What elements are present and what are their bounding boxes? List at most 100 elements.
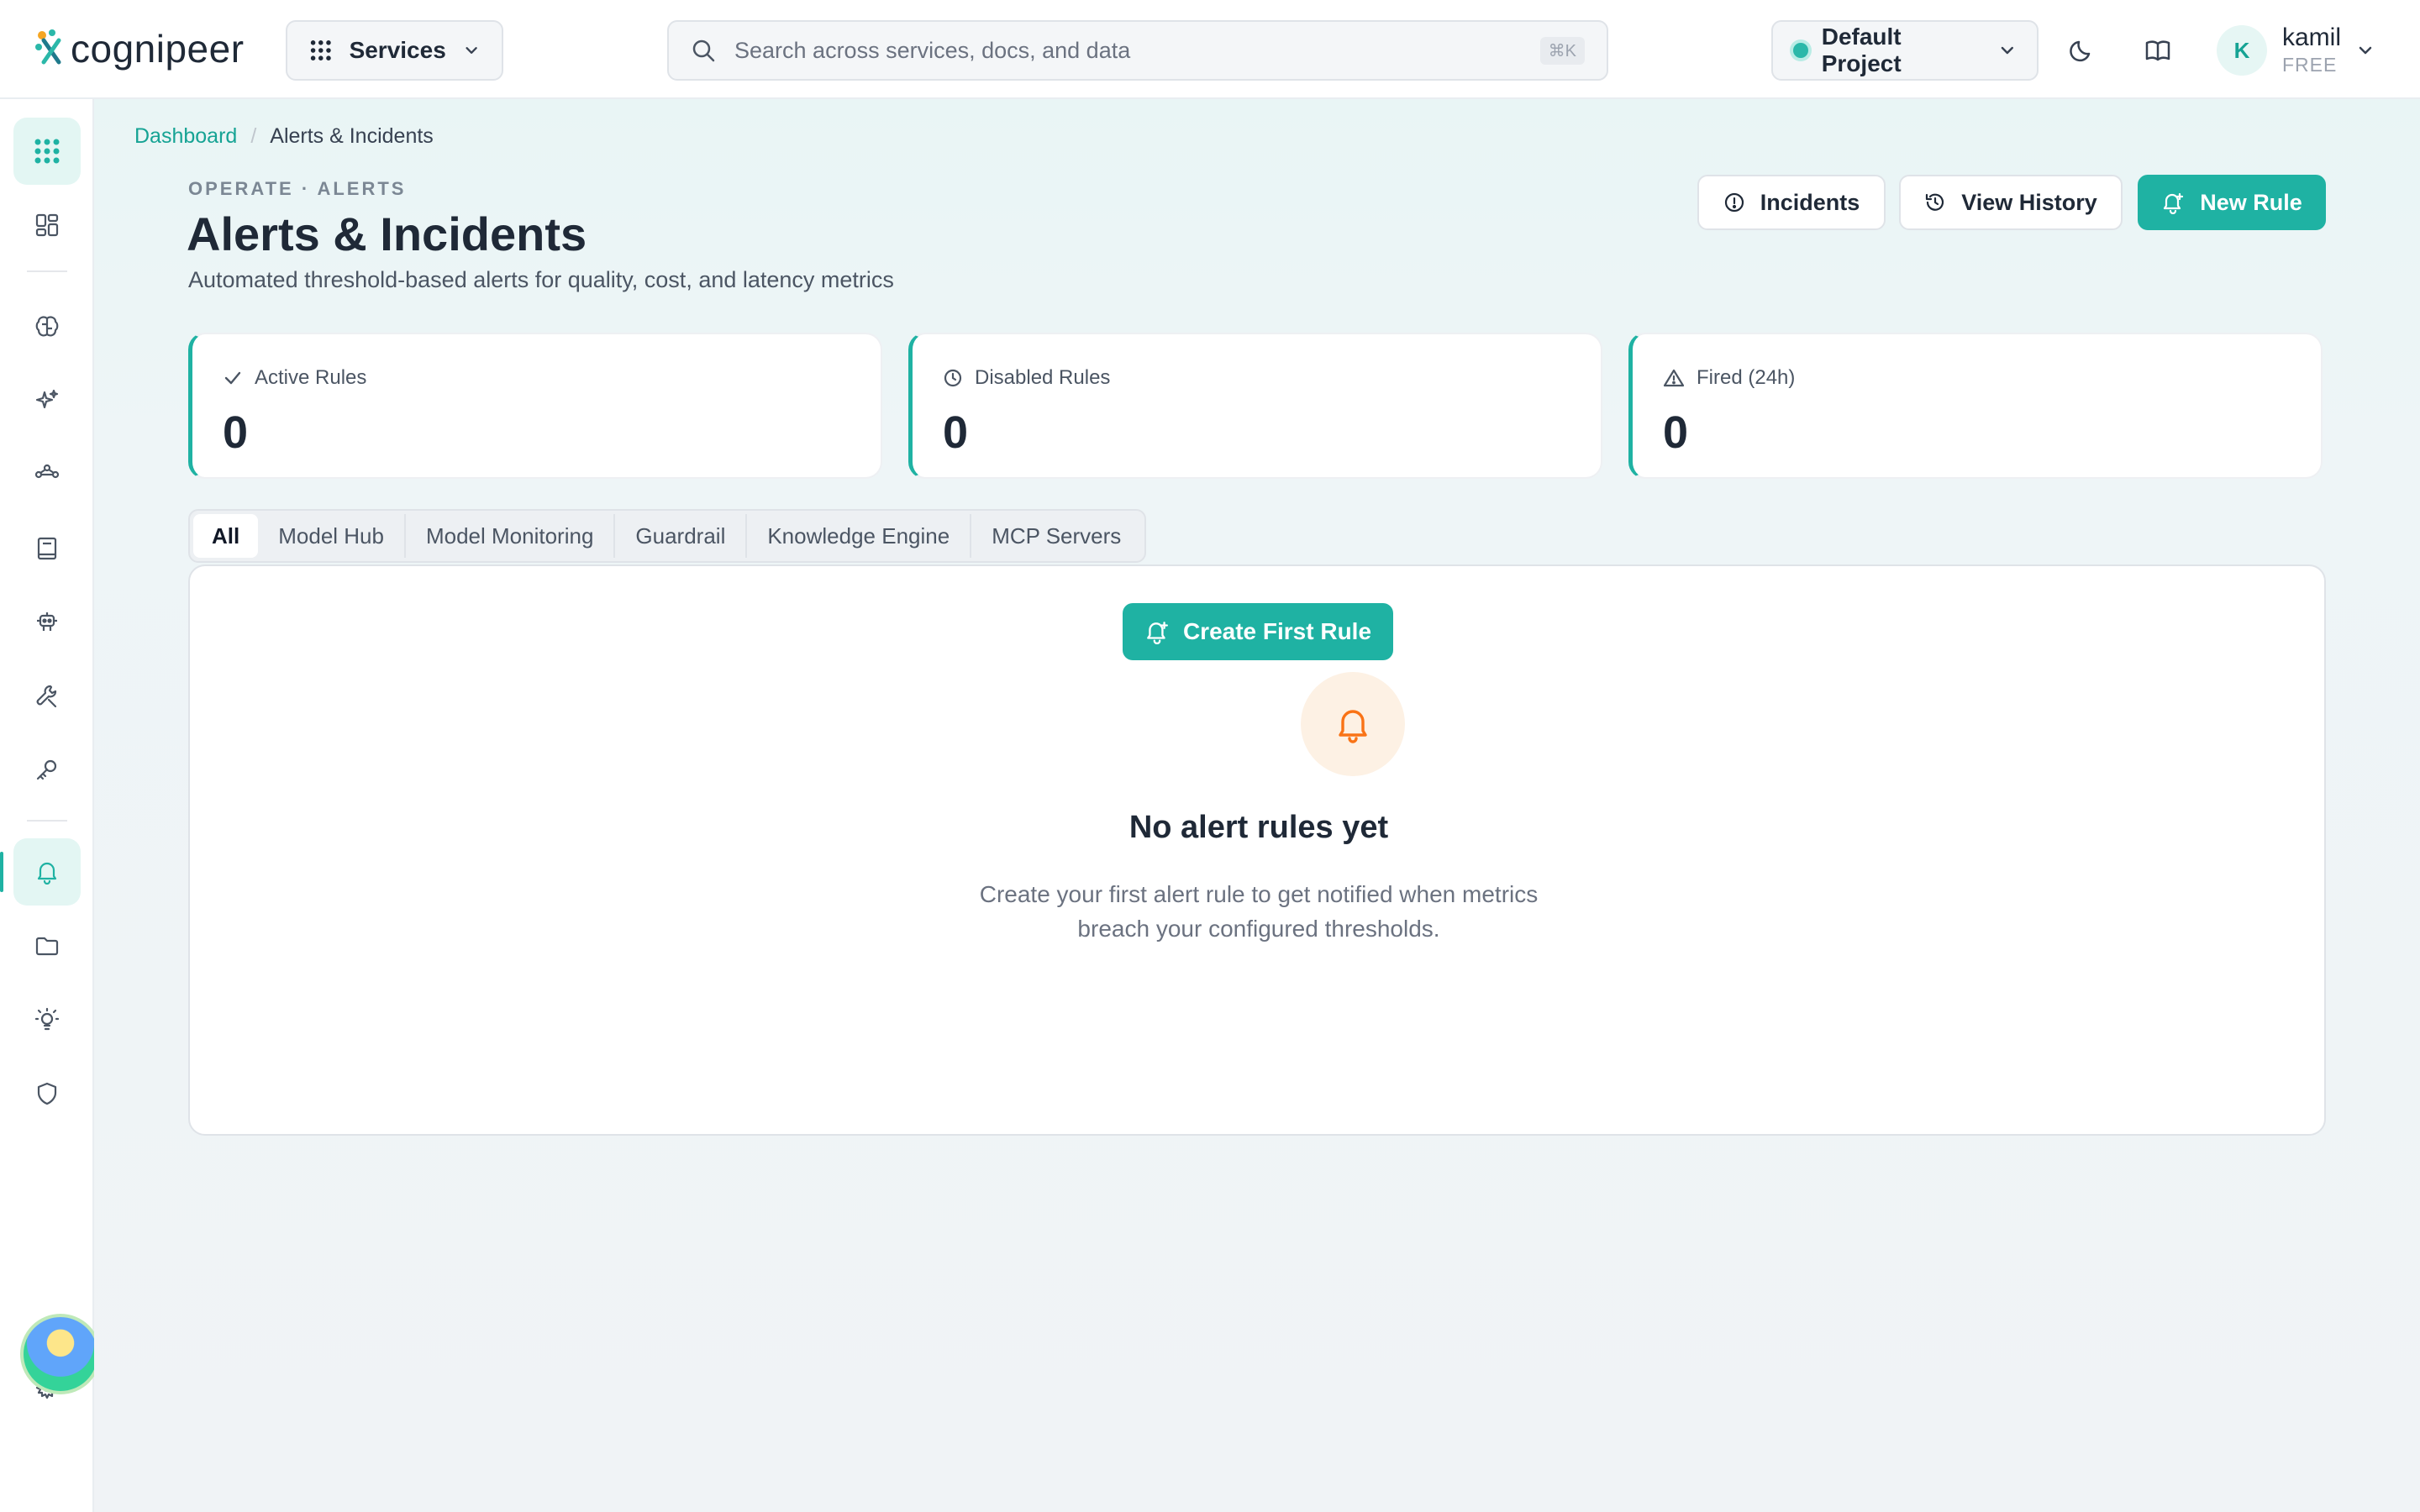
stat-card-disabled-rules: Disabled Rules 0 bbox=[908, 333, 1602, 479]
breadcrumb-current: Alerts & Incidents bbox=[270, 124, 434, 148]
tab-model-monitoring[interactable]: Model Monitoring bbox=[406, 514, 616, 558]
new-rule-label: New Rule bbox=[2200, 189, 2302, 215]
warning-icon bbox=[1663, 369, 1685, 387]
sidebar-item-apps[interactable] bbox=[13, 118, 81, 185]
project-status-dot bbox=[1793, 43, 1808, 58]
new-rule-button[interactable]: New Rule bbox=[2138, 175, 2326, 230]
sidebar-item-tools[interactable] bbox=[13, 663, 81, 730]
page-title: Alerts & Incidents bbox=[187, 207, 587, 260]
robot-icon bbox=[37, 612, 57, 631]
user-name: kamil bbox=[2282, 24, 2342, 51]
bulb-icon bbox=[34, 1007, 60, 1031]
sidebar-item-files[interactable] bbox=[13, 912, 81, 979]
main-content: Dashboard / Alerts & Incidents OPERATE ·… bbox=[94, 99, 2420, 1512]
clock-icon bbox=[944, 369, 962, 387]
tab-all[interactable]: All bbox=[193, 514, 259, 558]
search-shortcut-badge: ⌘K bbox=[1539, 36, 1585, 65]
tab-knowledge-engine[interactable]: Knowledge Engine bbox=[747, 514, 972, 558]
bell-icon bbox=[1339, 710, 1367, 743]
route-icon bbox=[34, 464, 60, 479]
source-tabs: All Model Hub Model Monitoring Guardrail… bbox=[188, 509, 1147, 563]
bell-plus-icon bbox=[2164, 192, 2184, 214]
sidebar-divider bbox=[27, 820, 67, 822]
stat-label: Disabled Rules bbox=[975, 366, 1111, 389]
services-label: Services bbox=[349, 37, 446, 63]
tools-icon bbox=[36, 685, 57, 708]
create-first-rule-button[interactable]: Create First Rule bbox=[1123, 603, 1393, 660]
tab-model-hub[interactable]: Model Hub bbox=[258, 514, 406, 558]
stat-card-fired-24h: Fired (24h) 0 bbox=[1628, 333, 2323, 479]
grid-dots-icon bbox=[34, 139, 60, 164]
folder-icon bbox=[35, 937, 59, 956]
sidebar bbox=[0, 99, 94, 1512]
sidebar-item-agents[interactable] bbox=[13, 589, 81, 656]
cognipeer-logo-icon bbox=[35, 29, 61, 65]
sidebar-item-knowledge[interactable] bbox=[13, 515, 81, 582]
key-icon bbox=[36, 759, 57, 780]
sidebar-item-routing[interactable] bbox=[13, 441, 81, 508]
page-eyebrow: OPERATE · ALERTS bbox=[188, 178, 407, 199]
empty-state-description-line: Create your first alert rule to get noti… bbox=[979, 881, 1539, 907]
docs-button[interactable] bbox=[2139, 32, 2176, 69]
services-menu-button[interactable]: Services bbox=[286, 20, 503, 81]
breadcrumb-dashboard-link[interactable]: Dashboard bbox=[134, 124, 237, 149]
user-plan-badge: FREE bbox=[2282, 54, 2338, 76]
workspace-avatar[interactable] bbox=[20, 1314, 101, 1394]
empty-state-description-line: breach your configured thresholds. bbox=[1077, 916, 1440, 942]
bell-icon bbox=[37, 862, 57, 885]
stat-value: 0 bbox=[943, 407, 969, 458]
stat-label: Fired (24h) bbox=[1697, 366, 1796, 389]
history-icon bbox=[1926, 193, 1944, 211]
global-search[interactable]: ⌘K bbox=[667, 20, 1608, 81]
breadcrumb: Dashboard / Alerts & Incidents bbox=[134, 124, 434, 149]
sidebar-divider bbox=[27, 270, 67, 272]
user-menu[interactable]: K kamil FREE bbox=[2217, 20, 2375, 81]
page-subtitle: Automated threshold-based alerts for qua… bbox=[188, 267, 894, 292]
theme-toggle-button[interactable] bbox=[2064, 32, 2101, 69]
search-input[interactable] bbox=[734, 37, 1522, 64]
incidents-label: Incidents bbox=[1760, 189, 1860, 215]
top-bar: cognipeer Services ⌘K Default Project K … bbox=[0, 0, 2420, 99]
sidebar-item-security[interactable] bbox=[13, 1060, 81, 1127]
view-history-label: View History bbox=[1961, 189, 2097, 215]
sidebar-item-dashboard[interactable] bbox=[13, 192, 81, 259]
tab-guardrail[interactable]: Guardrail bbox=[615, 514, 748, 558]
search-icon bbox=[692, 39, 715, 62]
avatar: K bbox=[2217, 25, 2267, 76]
grid-dots-icon bbox=[310, 40, 331, 60]
check-icon bbox=[224, 371, 241, 385]
stat-value: 0 bbox=[1663, 407, 1689, 458]
bell-plus-icon bbox=[1147, 622, 1168, 644]
brand-name: cognipeer bbox=[71, 27, 245, 71]
brain-icon bbox=[35, 316, 59, 337]
sparkles-icon bbox=[35, 389, 59, 409]
sidebar-item-models[interactable] bbox=[13, 293, 81, 360]
chevron-down-icon bbox=[2359, 46, 2372, 55]
sidebar-item-alerts[interactable] bbox=[0, 838, 81, 906]
create-first-rule-label: Create First Rule bbox=[1182, 618, 1372, 644]
chevron-down-icon bbox=[2002, 46, 2014, 55]
empty-state-description: Create your first alert rule to get noti… bbox=[190, 877, 2328, 946]
brand-logo[interactable]: cognipeer bbox=[34, 24, 245, 74]
sidebar-item-ai[interactable] bbox=[13, 367, 81, 434]
incidents-button[interactable]: Incidents bbox=[1697, 175, 1886, 230]
sidebar-item-insights[interactable] bbox=[13, 986, 81, 1053]
project-name: Default Project bbox=[1821, 24, 1902, 76]
book-icon bbox=[37, 537, 57, 560]
moon-icon bbox=[2070, 40, 2091, 62]
book-open-icon bbox=[2145, 40, 2170, 61]
stat-value: 0 bbox=[223, 407, 249, 458]
alert-circle-icon bbox=[1724, 192, 1744, 213]
tab-mcp-servers[interactable]: MCP Servers bbox=[971, 514, 1141, 558]
view-history-button[interactable]: View History bbox=[1899, 175, 2123, 230]
shield-icon bbox=[37, 1082, 57, 1105]
stat-card-active-rules: Active Rules 0 bbox=[188, 333, 882, 479]
breadcrumb-separator: / bbox=[250, 124, 257, 148]
dashboard-icon bbox=[35, 213, 59, 237]
stat-label: Active Rules bbox=[255, 366, 367, 389]
empty-state-title: No alert rules yet bbox=[1128, 810, 1389, 845]
sidebar-item-api-keys[interactable] bbox=[13, 737, 81, 804]
project-selector[interactable]: Default Project bbox=[1771, 20, 2039, 81]
empty-state-icon-circle bbox=[1301, 672, 1405, 776]
chevron-down-icon bbox=[466, 47, 477, 54]
